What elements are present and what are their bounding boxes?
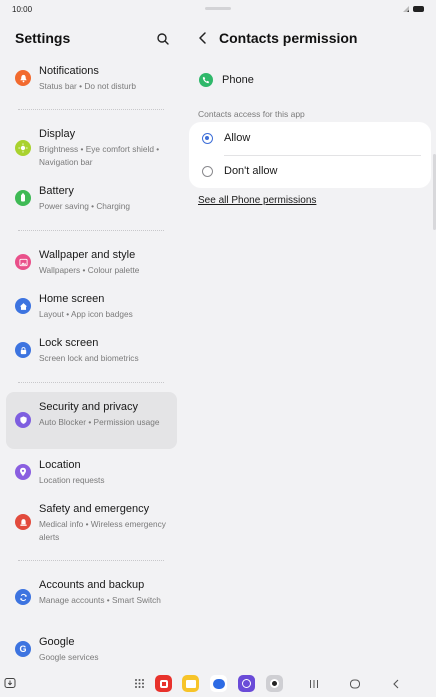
settings-item-notifications[interactable]: Notifications Status bar • Do not distur… bbox=[6, 60, 177, 98]
drag-handle[interactable] bbox=[205, 7, 231, 10]
see-all-permissions-link[interactable]: See all Phone permissions bbox=[198, 195, 316, 206]
keyboard-toggle-icon[interactable] bbox=[4, 677, 16, 689]
settings-item-security-and-privacy[interactable]: Security and privacy Auto Blocker • Perm… bbox=[6, 392, 177, 449]
lock-icon bbox=[15, 342, 31, 358]
internet-icon[interactable] bbox=[238, 675, 255, 692]
settings-item-title: Safety and emergency bbox=[39, 503, 150, 515]
status-bar: 10:00 bbox=[0, 0, 436, 20]
search-icon[interactable] bbox=[155, 31, 171, 47]
settings-list-pane: Settings Notifications Status bar • Do n… bbox=[0, 20, 186, 670]
settings-item-title: Notifications bbox=[39, 65, 99, 77]
option-label: Allow bbox=[224, 132, 251, 144]
status-time: 10:00 bbox=[12, 5, 33, 14]
permission-title: Contacts permission bbox=[219, 30, 358, 46]
option-allow[interactable]: Allow bbox=[189, 122, 431, 155]
settings-item-subtitle: Layout • App icon badges bbox=[39, 309, 133, 319]
app-name: Phone bbox=[222, 74, 254, 86]
settings-item-subtitle: Medical info • Wireless emergency alerts bbox=[39, 519, 166, 542]
back-nav-icon[interactable] bbox=[390, 678, 402, 690]
google-icon: G bbox=[15, 641, 31, 657]
option-dont-allow[interactable]: Don't allow bbox=[189, 155, 431, 188]
app-drawer-icon[interactable] bbox=[134, 678, 145, 689]
notes-icon[interactable] bbox=[182, 675, 199, 692]
sun-icon bbox=[15, 140, 31, 156]
recents-icon[interactable] bbox=[308, 678, 320, 690]
settings-item-subtitle: Auto Blocker • Permission usage bbox=[39, 417, 160, 427]
settings-item-subtitle: Screen lock and biometrics bbox=[39, 353, 139, 363]
settings-item-title: Google bbox=[39, 636, 75, 648]
settings-item-subtitle: Manage accounts • Smart Switch bbox=[39, 595, 161, 605]
contacts-permission-pane: Contacts permission Phone Contacts acces… bbox=[186, 20, 436, 670]
divider bbox=[18, 560, 164, 561]
divider bbox=[18, 109, 164, 110]
radio-dont-allow[interactable] bbox=[202, 166, 213, 177]
camera-icon[interactable] bbox=[266, 675, 283, 692]
home-icon bbox=[15, 298, 31, 314]
battery-icon bbox=[15, 190, 31, 206]
back-arrow-icon[interactable] bbox=[196, 30, 210, 46]
settings-item-title: Location bbox=[39, 459, 81, 471]
permission-options-card: Allow Don't allow bbox=[189, 122, 431, 188]
settings-item-title: Home screen bbox=[39, 293, 105, 305]
phone-app-icon bbox=[199, 73, 213, 87]
settings-item-title: Lock screen bbox=[39, 337, 99, 349]
settings-item-lock-screen[interactable]: Lock screen Screen lock and biometrics bbox=[6, 332, 177, 370]
battery-status-icon bbox=[413, 6, 424, 12]
settings-item-title: Wallpaper and style bbox=[39, 249, 136, 261]
settings-item-wallpaper-and-style[interactable]: Wallpaper and style Wallpapers • Colour … bbox=[6, 244, 177, 282]
navigation-bar bbox=[0, 670, 436, 697]
location-pin-icon bbox=[15, 464, 31, 480]
settings-item-home-screen[interactable]: Home screen Layout • App icon badges bbox=[6, 288, 177, 326]
emergency-bell-icon bbox=[15, 514, 31, 530]
settings-item-battery[interactable]: Battery Power saving • Charging bbox=[6, 180, 177, 218]
divider bbox=[18, 382, 164, 383]
settings-item-title: Display bbox=[39, 128, 76, 140]
signal-icon bbox=[403, 6, 409, 12]
settings-item-accounts-and-backup[interactable]: Accounts and backup Manage accounts • Sm… bbox=[6, 574, 177, 622]
home-nav-icon[interactable] bbox=[349, 678, 361, 690]
page-title: Settings bbox=[15, 30, 71, 46]
bell-icon bbox=[15, 70, 31, 86]
settings-item-subtitle: Status bar • Do not disturb bbox=[39, 81, 136, 91]
settings-item-safety-and-emergency[interactable]: Safety and emergency Medical info • Wire… bbox=[6, 498, 177, 546]
settings-item-subtitle: Wallpapers • Colour palette bbox=[39, 265, 140, 275]
settings-item-subtitle: Google services bbox=[39, 652, 99, 662]
flipboard-icon[interactable] bbox=[155, 675, 172, 692]
section-header: Contacts access for this app bbox=[198, 109, 305, 119]
sync-icon bbox=[15, 589, 31, 605]
settings-item-subtitle: Brightness • Eye comfort shield • Naviga… bbox=[39, 144, 160, 167]
settings-item-subtitle: Power saving • Charging bbox=[39, 201, 130, 211]
radio-allow[interactable] bbox=[202, 133, 213, 144]
wallpaper-icon bbox=[15, 254, 31, 270]
settings-item-title: Security and privacy bbox=[39, 401, 139, 413]
option-label: Don't allow bbox=[224, 165, 278, 177]
shield-icon bbox=[15, 412, 31, 428]
settings-item-google[interactable]: G Google Google services bbox=[6, 631, 177, 669]
settings-item-title: Accounts and backup bbox=[39, 579, 145, 591]
divider bbox=[18, 230, 164, 231]
settings-item-location[interactable]: Location Location requests bbox=[6, 454, 177, 492]
messages-icon[interactable] bbox=[210, 675, 227, 692]
settings-item-title: Battery bbox=[39, 185, 74, 197]
settings-item-subtitle: Location requests bbox=[39, 475, 105, 485]
settings-item-display[interactable]: Display Brightness • Eye comfort shield … bbox=[6, 123, 177, 171]
